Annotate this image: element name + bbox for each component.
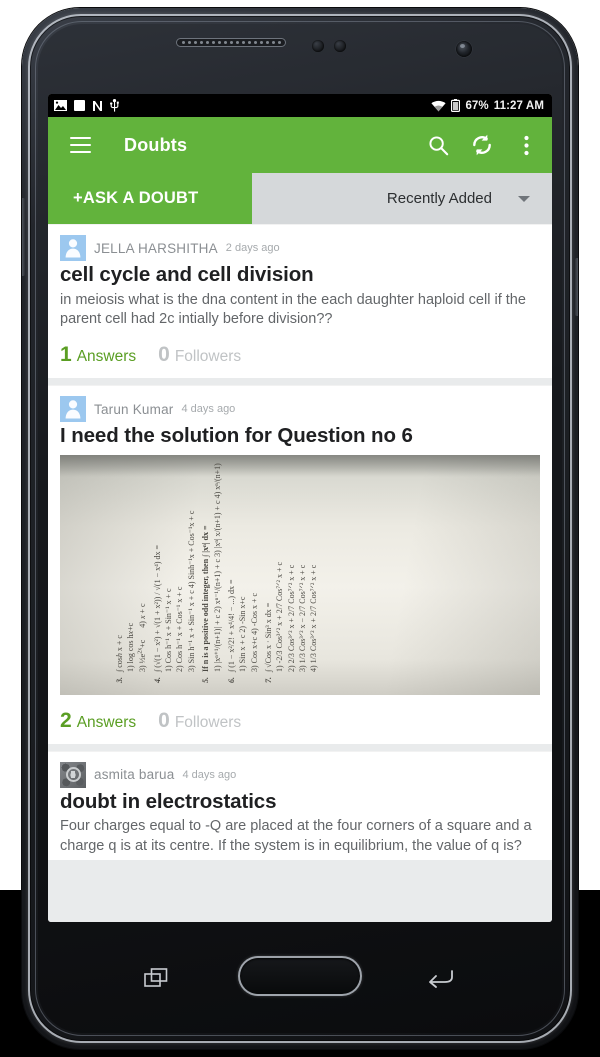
math-question: 6. ∫ (1 − x²/2! + x⁴/4! − ...) dx = 1) S… — [226, 579, 259, 683]
math-page-text: 3. ∫ cosh x + c 1) log cos hx+c 3) ½e2x+… — [110, 455, 490, 695]
doubts-feed[interactable]: JELLA HARSHITHA 2 days ago cell cycle an… — [48, 224, 552, 922]
wifi-icon — [431, 100, 447, 111]
image-icon — [54, 100, 67, 111]
math-question: 7. ∫ √Cos x · Sin³ x dx = 1) -2/3 Cos³ᐟ²… — [263, 561, 319, 683]
recent-apps-icon[interactable] — [134, 966, 178, 990]
followers-count: 0 — [158, 708, 170, 732]
back-icon[interactable] — [418, 966, 462, 990]
android-status-bar: 67% 11:27 AM — [48, 94, 552, 117]
math-question: 5. If n is a positive odd integer, then … — [201, 462, 222, 683]
answers-label: Answers — [76, 713, 137, 731]
proximity-sensor-icon — [312, 40, 324, 52]
card-author: JELLA HARSHITHA — [94, 240, 218, 256]
card-time: 2 days ago — [225, 242, 280, 254]
battery-percent: 67% — [465, 99, 489, 112]
screenshot-canvas: 67% 11:27 AM Doubts +ASK A DOUBT Recentl… — [0, 0, 600, 1057]
search-icon[interactable] — [426, 133, 450, 157]
status-bar-right-icons: 67% 11:27 AM — [431, 99, 544, 112]
filter-bar: +ASK A DOUBT Recently Added — [48, 173, 552, 224]
front-camera — [456, 41, 472, 57]
answers-stat[interactable]: 1 Answers — [60, 343, 136, 367]
math-question: 3. ∫ cosh x + c 1) log cos hx+c 3) ½e2x+… — [115, 603, 148, 683]
app-toolbar: Doubts — [48, 117, 552, 173]
volume-rocker[interactable] — [22, 198, 25, 276]
battery-icon — [451, 99, 461, 112]
person-avatar — [60, 396, 86, 423]
answers-label: Answers — [76, 348, 137, 366]
followers-label: Followers — [174, 713, 242, 731]
followers-label: Followers — [174, 348, 242, 366]
card-author: Tarun Kumar — [94, 401, 174, 417]
ask-a-doubt-button[interactable]: +ASK A DOUBT — [48, 173, 252, 224]
sort-value: Recently Added — [386, 190, 492, 207]
followers-stat[interactable]: 0 Followers — [158, 343, 241, 367]
overflow-menu-icon[interactable] — [514, 133, 538, 157]
card-author: asmita barua — [94, 767, 175, 783]
doubt-card[interactable]: asmita barua 4 days ago doubt in electro… — [48, 750, 552, 860]
status-bar-left-icons — [54, 99, 119, 112]
card-time: 4 days ago — [181, 403, 236, 416]
earpiece-speaker — [176, 38, 286, 47]
light-sensor-icon — [334, 40, 346, 52]
doubt-card[interactable]: Tarun Kumar 4 days ago I need the soluti… — [48, 385, 552, 744]
avatar-ring — [65, 767, 81, 783]
card-stats: 1 Answers 0 Followers — [60, 329, 540, 378]
doubt-title[interactable]: I need the solution for Question no 6 — [60, 424, 540, 448]
photo-avatar — [60, 761, 86, 788]
person-avatar — [60, 235, 86, 261]
card-header: asmita barua 4 days ago — [60, 761, 540, 788]
answers-count: 2 — [60, 708, 72, 732]
followers-stat[interactable]: 0 Followers — [158, 709, 241, 733]
card-header: JELLA HARSHITHA 2 days ago — [60, 235, 540, 261]
doubt-title[interactable]: cell cycle and cell division — [60, 263, 540, 287]
status-bar-clock: 11:27 AM — [493, 99, 544, 112]
phone-screen: 67% 11:27 AM Doubts +ASK A DOUBT Recentl… — [48, 94, 552, 922]
math-question: 4. ∫ (√(1 − x²) + √(1 + x²)) / √(1 − x⁴)… — [152, 510, 196, 683]
app-screen: 67% 11:27 AM Doubts +ASK A DOUBT Recentl… — [48, 94, 552, 922]
answers-count: 1 — [60, 343, 72, 367]
chevron-down-icon — [518, 195, 530, 202]
handwritten-math-page-photo[interactable]: 3. ∫ cosh x + c 1) log cos hx+c 3) ½e2x+… — [60, 454, 540, 695]
followers-count: 0 — [158, 343, 170, 367]
hamburger-menu-icon[interactable] — [70, 137, 91, 153]
refresh-icon[interactable] — [470, 133, 494, 157]
home-button[interactable] — [238, 956, 362, 996]
sort-dropdown[interactable]: Recently Added — [252, 173, 552, 224]
toolbar-actions — [426, 133, 538, 157]
phone-device: 67% 11:27 AM Doubts +ASK A DOUBT Recentl… — [22, 8, 578, 1049]
doubt-title[interactable]: doubt in electrostatics — [60, 790, 540, 814]
doubt-card[interactable]: JELLA HARSHITHA 2 days ago cell cycle an… — [48, 224, 552, 379]
card-header: Tarun Kumar 4 days ago — [60, 396, 540, 423]
doubt-body: in meiosis what is the dna content in th… — [60, 291, 526, 327]
usb-icon — [110, 99, 119, 112]
card-time: 4 days ago — [182, 768, 237, 781]
sdcard-icon — [74, 100, 85, 111]
nfc-icon — [93, 100, 102, 111]
page-title: Doubts — [124, 134, 188, 155]
power-button[interactable] — [575, 258, 578, 316]
doubt-body: Four charges equal to -Q are placed at t… — [60, 818, 532, 854]
card-stats: 2 Answers 0 Followers — [60, 695, 540, 744]
answers-stat[interactable]: 2 Answers — [60, 709, 136, 733]
